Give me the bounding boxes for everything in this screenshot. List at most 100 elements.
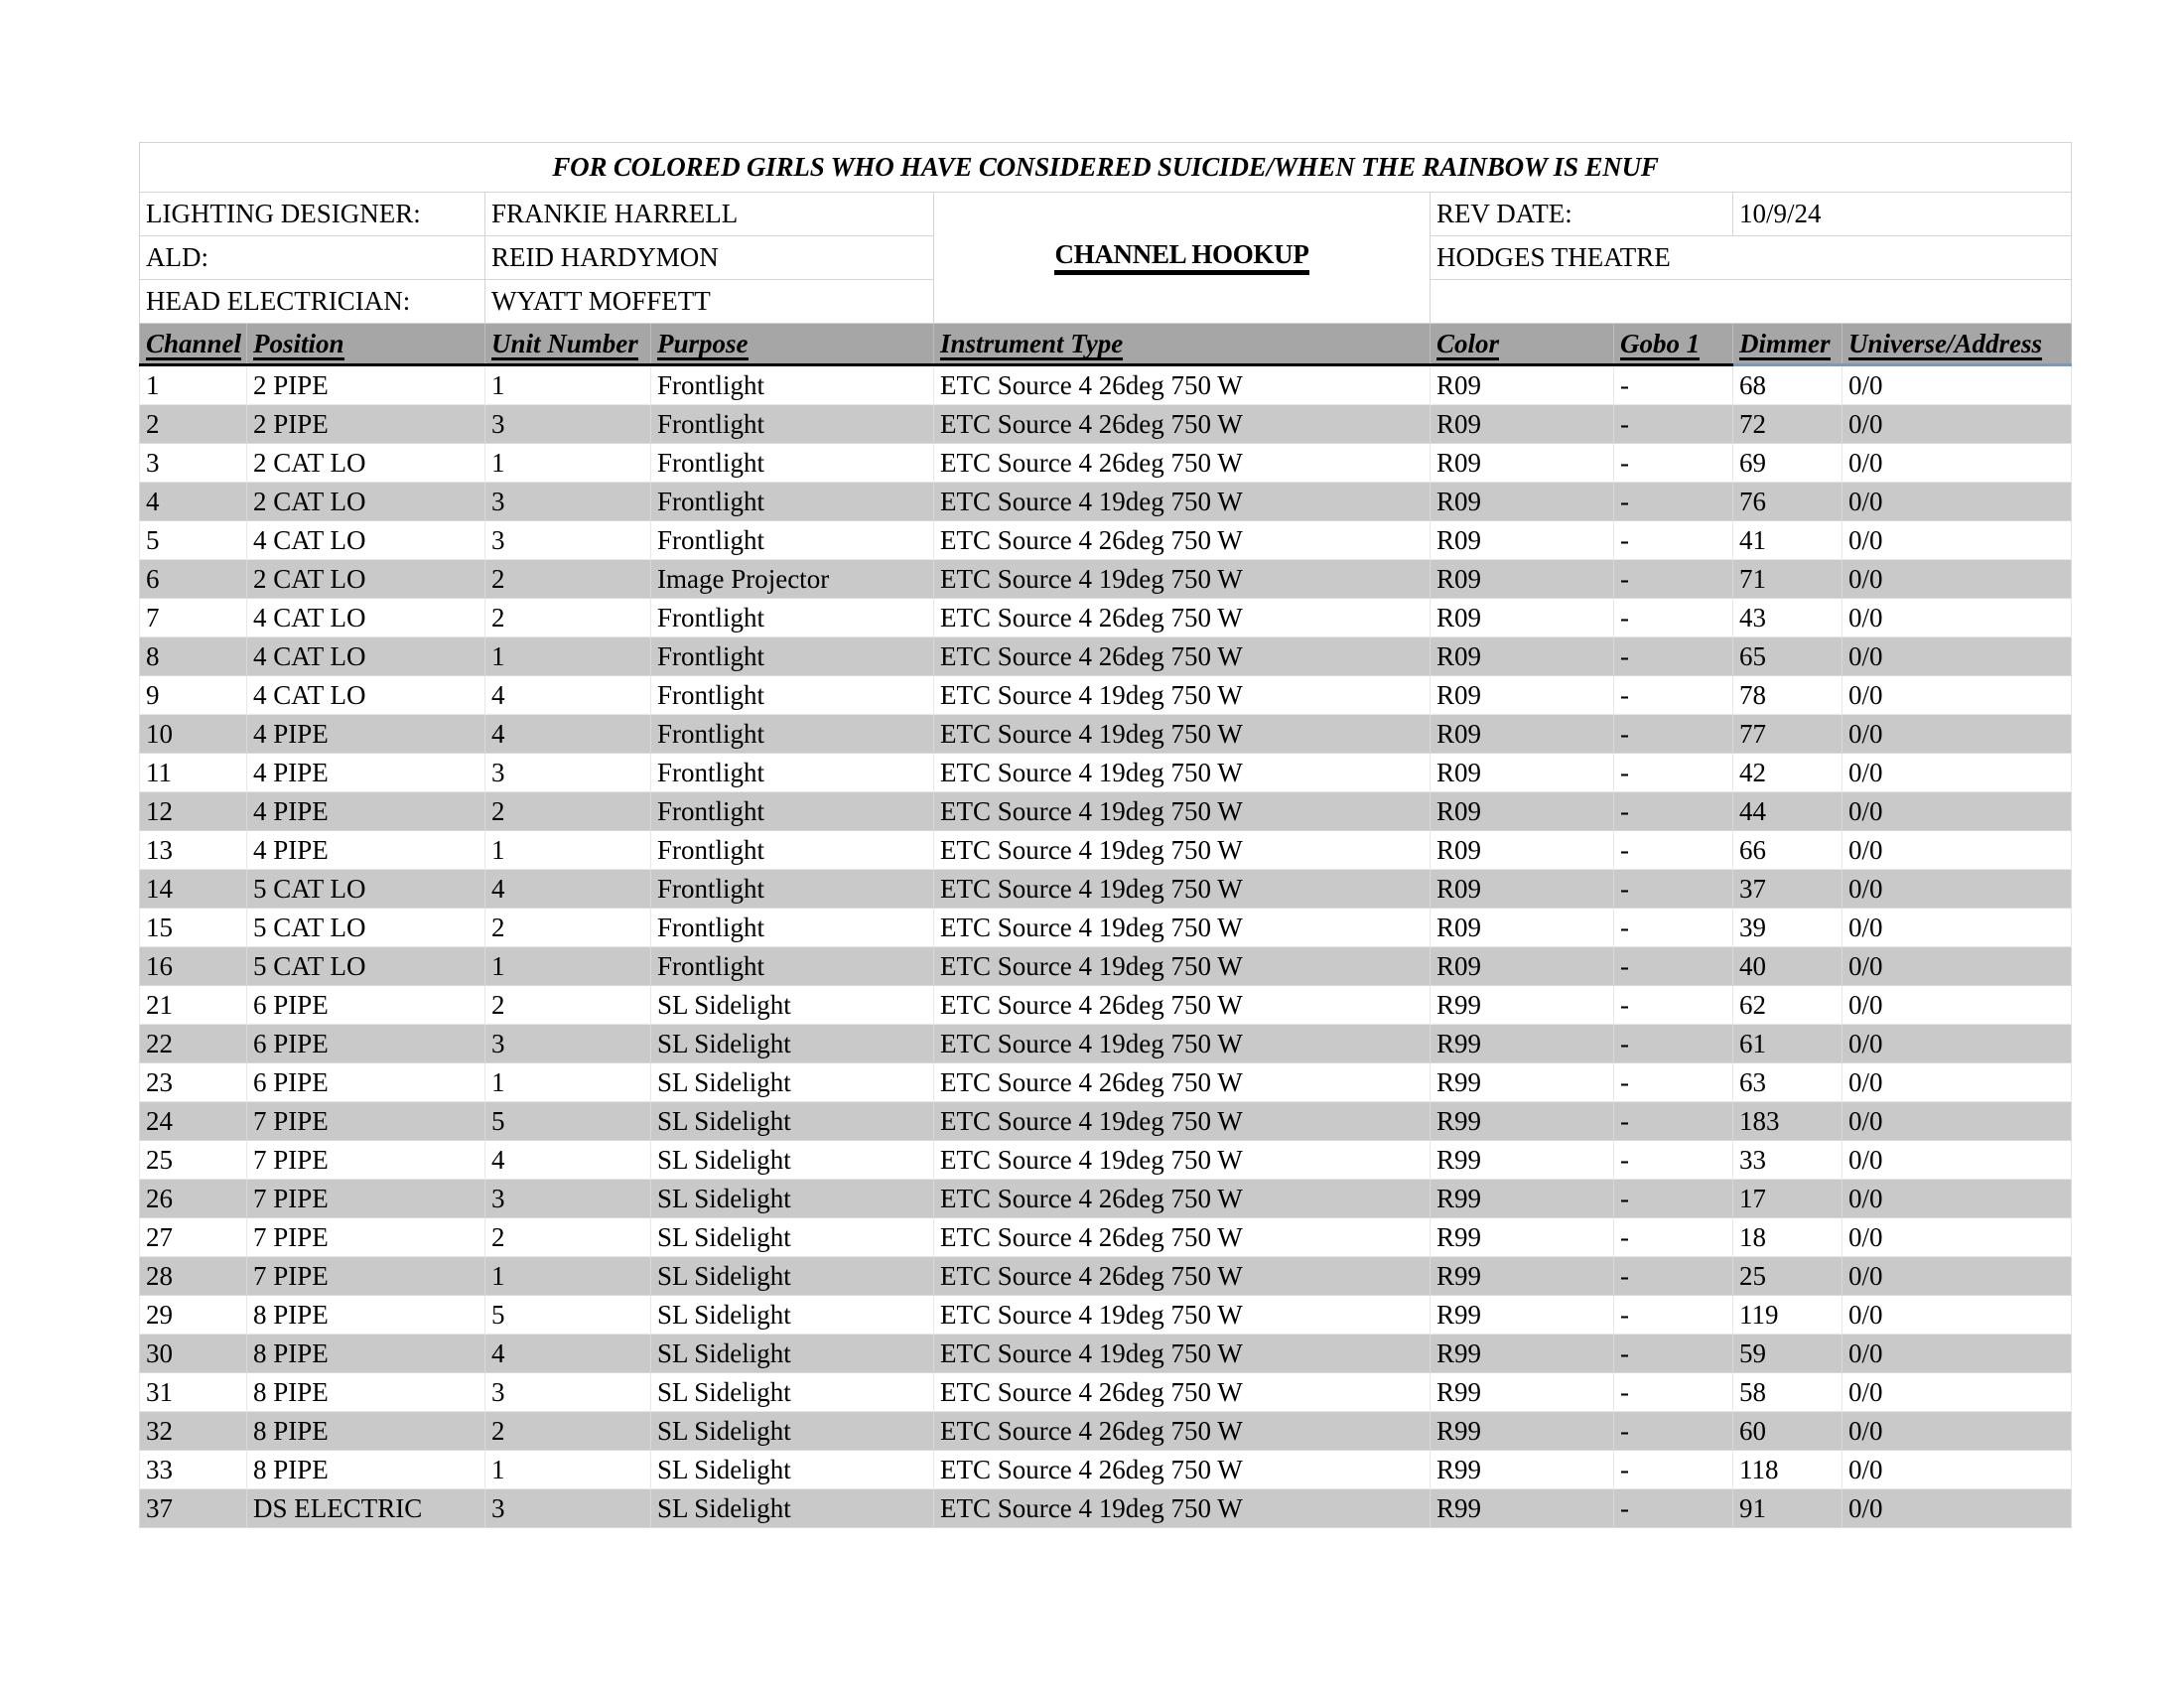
cell-universe-address: 0/0	[1841, 753, 2073, 792]
table-row[interactable]: 84 CAT LO 1 Frontlight ETC Source 4 26deg 7…	[139, 636, 2073, 676]
table-row[interactable]: 94 CAT LO 4 Frontlight ETC Source 4 19deg 7…	[139, 675, 2073, 715]
cell-position: 7 PIPE	[246, 1217, 485, 1257]
cell-dimmer: 42	[1732, 753, 1843, 792]
column-header-dimmer[interactable]: Dimmer	[1732, 323, 1843, 366]
table-row[interactable]: 25 7 PIPE 4 SL Sidelight ETC Source 4 19deg …	[139, 1140, 2073, 1180]
table-row[interactable]: 10 4 PIPE 4 Frontlight ETC Source 4 19deg 75…	[139, 714, 2073, 754]
column-header-instrument-type[interactable]: Instrument Type	[933, 323, 1431, 366]
cell-purpose: SL Sidelight	[650, 1256, 934, 1296]
cell-instrument-type: ETC Source 4 26deg 750 W	[933, 443, 1431, 483]
cell-unit-number: 3	[484, 1488, 651, 1528]
cell-color: R99	[1430, 1334, 1614, 1373]
table-row[interactable]: 33 8 PIPE 1 SL Sidelight ETC Source 4 26deg …	[139, 1450, 2073, 1489]
table-row[interactable]: 12 4 PIPE 2 Frontlight ETC Source 4 19deg 75…	[139, 791, 2073, 831]
table-row[interactable]: 31 8 PIPE 3 SL Sidelight ETC Source 4 26deg …	[139, 1372, 2073, 1412]
table-row[interactable]: 11 4 PIPE 3 Frontlight ETC Source 4 19deg 75…	[139, 753, 2073, 792]
column-header-gobo-1[interactable]: Gobo 1	[1613, 323, 1733, 366]
cell-instrument-type: ETC Source 4 26deg 750 W	[933, 1411, 1431, 1451]
table-row[interactable]: 14 5 CAT LO 4 Frontlight ETC Source 4 19deg …	[139, 869, 2073, 909]
cell-channel: 37	[139, 1488, 247, 1528]
column-header-dimmer-label: Dimmer	[1739, 328, 1831, 360]
cell-universe-address: 0/0	[1841, 1450, 2073, 1489]
table-row[interactable]: 28 7 PIPE 1 SL Sidelight ETC Source 4 26deg …	[139, 1256, 2073, 1296]
cell-dimmer: 25	[1732, 1256, 1843, 1296]
cell-instrument-type: ETC Source 4 26deg 750 W	[933, 1372, 1431, 1412]
cell-unit-number: 3	[484, 404, 651, 444]
cell-color: R99	[1430, 1488, 1614, 1528]
cell-gobo-1: -	[1613, 364, 1733, 405]
cell-gobo-1: -	[1613, 636, 1733, 676]
table-row[interactable]: 15 5 CAT LO 2 Frontlight ETC Source 4 19deg …	[139, 908, 2073, 947]
table-row[interactable]: 42 CAT LO 3 Frontlight ETC Source 4 19deg 7…	[139, 482, 2073, 521]
table-row[interactable]: 22 PIPE 3 Frontlight ETC Source 4 26deg 750…	[139, 404, 2073, 444]
cell-unit-number: 1	[484, 636, 651, 676]
cell-channel: 29	[139, 1295, 247, 1335]
cell-dimmer: 33	[1732, 1140, 1843, 1180]
cell-gobo-1: -	[1613, 1179, 1733, 1218]
cell-gobo-1: -	[1613, 1334, 1733, 1373]
table-row[interactable]: 24 7 PIPE 5 SL Sidelight ETC Source 4 19deg …	[139, 1101, 2073, 1141]
cell-color: R99	[1430, 985, 1614, 1025]
cell-instrument-type: ETC Source 4 19deg 750 W	[933, 1101, 1431, 1141]
cell-dimmer: 77	[1732, 714, 1843, 754]
cell-gobo-1: -	[1613, 985, 1733, 1025]
column-header-universe-address-label: Universe/Address	[1848, 328, 2042, 360]
table-row[interactable]: 22 6 PIPE 3 SL Sidelight ETC Source 4 19deg …	[139, 1024, 2073, 1063]
masthead-title-row: FOR COLORED GIRLS WHO HAVE CONSIDERED SU…	[138, 142, 2073, 193]
cell-dimmer: 63	[1732, 1062, 1843, 1102]
cell-instrument-type: ETC Source 4 19deg 750 W	[933, 1488, 1431, 1528]
cell-gobo-1: -	[1613, 1411, 1733, 1451]
column-header-unit-number[interactable]: Unit Number	[484, 323, 651, 366]
cell-gobo-1: -	[1613, 1372, 1733, 1412]
table-row[interactable]: 54 CAT LO 3 Frontlight ETC Source 4 26deg 7…	[139, 520, 2073, 560]
cell-color: R09	[1430, 869, 1614, 909]
table-row[interactable]: 23 6 PIPE 1 SL Sidelight ETC Source 4 26deg …	[139, 1062, 2073, 1102]
table-row[interactable]: 21 6 PIPE 2 SL Sidelight ETC Source 4 26deg …	[139, 985, 2073, 1025]
cell-channel: 6	[139, 559, 247, 599]
cell-unit-number: 1	[484, 443, 651, 483]
table-row[interactable]: 32 8 PIPE 2 SL Sidelight ETC Source 4 26deg …	[139, 1411, 2073, 1451]
cell-color: R99	[1430, 1062, 1614, 1102]
cell-purpose: SL Sidelight	[650, 1101, 934, 1141]
table-row[interactable]: 37 DS ELECTRIC 3 SL Sidelight ETC Source 4 1…	[139, 1488, 2073, 1528]
table-row[interactable]: 13 4 PIPE 1 Frontlight ETC Source 4 19deg 75…	[139, 830, 2073, 870]
table-row[interactable]: 27 7 PIPE 2 SL Sidelight ETC Source 4 26deg …	[139, 1217, 2073, 1257]
masthead-blank-cell	[1429, 279, 2073, 324]
cell-dimmer: 17	[1732, 1179, 1843, 1218]
cell-gobo-1: -	[1613, 1450, 1733, 1489]
cell-universe-address: 0/0	[1841, 404, 2073, 444]
hookup-sheet: FOR COLORED GIRLS WHO HAVE CONSIDERED SU…	[138, 142, 2073, 1528]
cell-color: R09	[1430, 675, 1614, 715]
cell-position: 8 PIPE	[246, 1295, 485, 1335]
table-row[interactable]: 29 8 PIPE 5 SL Sidelight ETC Source 4 19deg …	[139, 1295, 2073, 1335]
column-header-channel[interactable]: Channel	[139, 323, 247, 366]
column-header-purpose[interactable]: Purpose	[650, 323, 934, 366]
table-row[interactable]: 74 CAT LO 2 Frontlight ETC Source 4 26deg 7…	[139, 598, 2073, 637]
cell-position: 8 PIPE	[246, 1411, 485, 1451]
table-row[interactable]: 26 7 PIPE 3 SL Sidelight ETC Source 4 26deg …	[139, 1179, 2073, 1218]
cell-color: R09	[1430, 791, 1614, 831]
column-header-universe-address[interactable]: Universe/Address	[1841, 323, 2073, 366]
cell-channel: 27	[139, 1217, 247, 1257]
column-header-position[interactable]: Position	[246, 323, 485, 366]
lighting-designer-label: LIGHTING DESIGNER:	[139, 192, 485, 236]
cell-instrument-type: ETC Source 4 26deg 750 W	[933, 404, 1431, 444]
cell-dimmer: 18	[1732, 1217, 1843, 1257]
table-row[interactable]: 12 PIPE 1 Frontlight ETC Source 4 26deg 750…	[139, 364, 2073, 405]
cell-gobo-1: -	[1613, 830, 1733, 870]
cell-instrument-type: ETC Source 4 26deg 750 W	[933, 1217, 1431, 1257]
cell-position: 4 PIPE	[246, 791, 485, 831]
cell-instrument-type: ETC Source 4 19deg 750 W	[933, 830, 1431, 870]
column-header-position-label: Position	[253, 328, 344, 360]
cell-universe-address: 0/0	[1841, 946, 2073, 986]
table-row[interactable]: 62 CAT LO 2 Image Projector ETC Source 4 19…	[139, 559, 2073, 599]
cell-position: 5 CAT LO	[246, 869, 485, 909]
cell-purpose: Frontlight	[650, 443, 934, 483]
cell-position: 7 PIPE	[246, 1140, 485, 1180]
channel-hookup-table: FOR COLORED GIRLS WHO HAVE CONSIDERED SU…	[138, 142, 2073, 1528]
cell-dimmer: 183	[1732, 1101, 1843, 1141]
table-row[interactable]: 16 5 CAT LO 1 Frontlight ETC Source 4 19deg …	[139, 946, 2073, 986]
column-header-color[interactable]: Color	[1430, 323, 1614, 366]
table-row[interactable]: 32 CAT LO 1 Frontlight ETC Source 4 26deg 7…	[139, 443, 2073, 483]
table-row[interactable]: 30 8 PIPE 4 SL Sidelight ETC Source 4 19deg …	[139, 1334, 2073, 1373]
